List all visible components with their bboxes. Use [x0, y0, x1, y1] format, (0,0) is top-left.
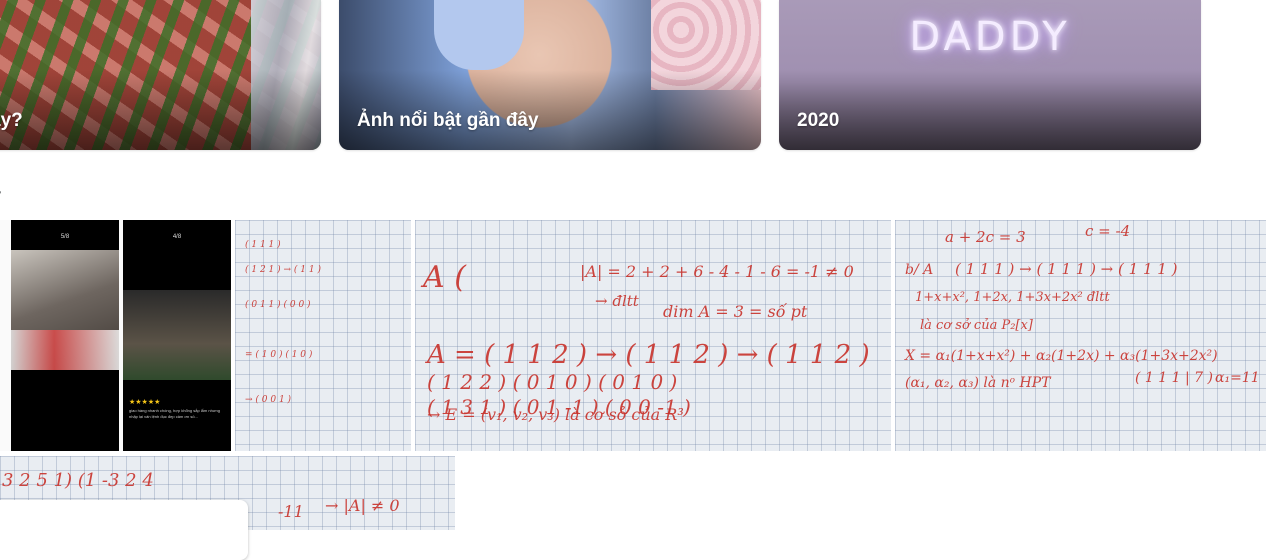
- handwriting-line: -11: [278, 502, 304, 521]
- handwriting-line: → đltt: [595, 292, 639, 310]
- photo-tile-notes[interactable]: A ( |A| = 2 + 2 + 6 - 4 - 1 - 6 = -1 ≠ 0…: [415, 220, 891, 451]
- handwriting-line: (α₁, α₂, α₃) là nᵒ HPT: [905, 375, 1051, 391]
- handwriting-line: a + 2c = 3: [945, 228, 1026, 246]
- image-counter: 4/8: [172, 234, 182, 240]
- album-cover-image: [434, 0, 524, 70]
- matrix-row: ( 1 1 1 | 7 ): [1135, 370, 1213, 386]
- phone-status-bar: [11, 220, 119, 230]
- photo-tile-screenshots[interactable]: 5/8 4/8 ★★★★★ giao hàng nhanh chóng, hợp…: [0, 220, 231, 451]
- phone-screenshot: 5/8: [11, 220, 119, 451]
- handwriting-line: → |A| ≠ 0: [325, 496, 400, 515]
- album-shade: [779, 70, 1201, 150]
- handwriting-line: 3 2 5 1) (1 -3 2 4: [2, 470, 154, 491]
- rating-stars: ★★★★★: [129, 399, 161, 406]
- handwriting-line: c = -4: [1085, 222, 1131, 240]
- handwriting-line: dim A = 3 = số pt: [663, 302, 808, 321]
- floating-card[interactable]: [0, 500, 248, 560]
- handwriting-line: là cơ sở của P₂[x]: [920, 318, 1033, 333]
- phone-screenshot: 4/8 ★★★★★ giao hàng nhanh chóng, hợp khổ…: [123, 220, 231, 451]
- matrix-row: ( 1 1 1 ) → ( 1 1 1 ) → ( 1 1 1 ): [955, 260, 1178, 278]
- matrix-row: ( 1 2 2 ) ( 0 1 0 ) ( 0 1 0 ): [427, 370, 678, 394]
- handwriting: α₁=11: [1215, 370, 1260, 386]
- section-heading: y: [0, 186, 1, 202]
- album-title: 2020: [797, 110, 840, 131]
- product-photo: [11, 250, 119, 370]
- handwriting: ( 1 1 1 ): [245, 240, 281, 250]
- review-text: giao hàng nhanh chóng, hợp khổng sắp lắm…: [129, 408, 220, 419]
- image-counter: 5/8: [60, 234, 70, 240]
- handwriting-line: 1+x+x², 1+2x, 1+3x+2x² đltt: [915, 290, 1110, 305]
- handwriting: = ( 1 0 ) ( 1 0 ): [245, 350, 313, 360]
- album-card-2020[interactable]: DADDY 2020: [779, 0, 1201, 150]
- handwriting-line: X = α₁(1+x+x²) + α₂(1+2x) + α₃(1+3x+2x²): [905, 348, 1218, 364]
- album-title: ay?: [0, 110, 23, 131]
- album-card-highlights[interactable]: Ảnh nổi bật gần đây: [339, 0, 761, 150]
- handwriting-line: → E = (v₁, v₂, v₃) là cơ sở của R³: [427, 405, 684, 424]
- phone-status-bar: [123, 220, 231, 230]
- handwriting-line: |A| = 2 + 2 + 6 - 4 - 1 - 6 = -1 ≠ 0: [580, 262, 854, 281]
- handwriting: → ( 0 0 1 ): [245, 395, 292, 405]
- photo-tile-notes[interactable]: a + 2c = 3 c = -4 b/ A ( 1 1 1 ) → ( 1 1…: [895, 220, 1266, 451]
- album-title: Ảnh nổi bật gần đây: [357, 110, 539, 131]
- album-cover-neon-text: DADDY: [909, 14, 1071, 60]
- handwriting-line: b/ A: [905, 262, 934, 278]
- handwriting: ( 1 2 1 ) → ( 1 1 ): [245, 265, 321, 275]
- album-shade: [0, 70, 321, 150]
- matrix-bracket: A (: [423, 260, 466, 295]
- matrix-row: A = ( 1 1 2 ) → ( 1 1 2 ) → ( 1 1 2 ): [427, 340, 870, 370]
- photo-tile-notes[interactable]: ( 1 1 1 ) ( 1 2 1 ) → ( 1 1 ) ( 0 1 1 ) …: [235, 220, 411, 451]
- handwriting: ( 0 1 1 ) ( 0 0 ): [245, 300, 311, 310]
- album-card-1[interactable]: ay?: [0, 0, 321, 150]
- product-photo: [123, 290, 231, 380]
